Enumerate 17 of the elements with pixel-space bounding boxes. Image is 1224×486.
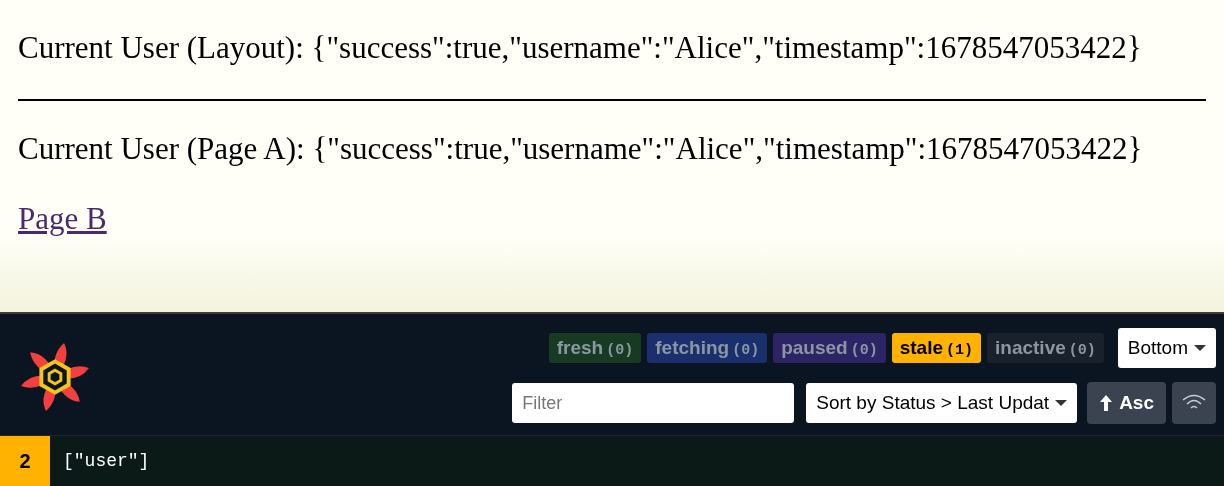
sort-dropdown[interactable]: Sort by Status > Last Updat <box>806 383 1078 423</box>
status-badge: paused(0) <box>773 333 886 363</box>
status-badge: stale(1) <box>891 333 981 363</box>
sort-order-button[interactable]: Asc <box>1087 382 1166 424</box>
filter-field[interactable]: Filter <box>512 383 795 423</box>
status-badge: inactive(0) <box>987 333 1104 363</box>
status-badge: fresh(0) <box>548 333 642 363</box>
up-arrow-icon <box>1099 394 1114 412</box>
query-row[interactable]: 2 ["user"] <box>0 435 1224 486</box>
wifi-button[interactable] <box>1172 382 1216 424</box>
status-badge: fetching(0) <box>647 333 768 363</box>
position-dropdown[interactable]: Bottom <box>1117 328 1216 368</box>
page-link[interactable]: Page B <box>18 200 107 237</box>
query-key: ["user"] <box>63 451 150 471</box>
page-user-text: Current User (Page A): {"success":true,"username":"Alice","timestamp":1678547053422} <box>18 130 1144 167</box>
layout-user-text: Current User (Layout): {"success":true,"username":"Alice","timestamp":1678547053422} <box>18 29 1143 66</box>
observer-count: 2 <box>0 436 50 486</box>
